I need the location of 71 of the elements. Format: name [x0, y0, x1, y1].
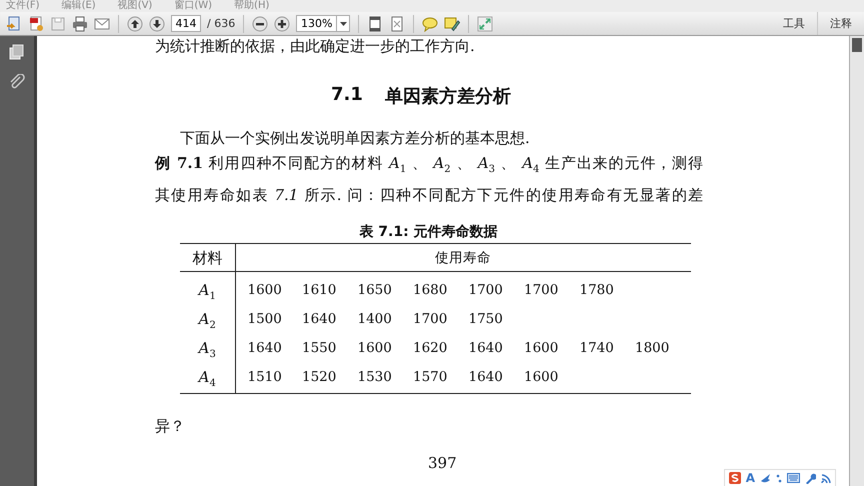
fit-page-icon[interactable]: [367, 16, 384, 32]
table-cell: 1700: [524, 272, 580, 304]
body-text: 下面从一个实例出发说明单因素方差分析的基本思想.: [180, 128, 531, 148]
table-cell-text: 1740: [580, 339, 615, 358]
menu-item[interactable]: 帮助(H): [234, 1, 270, 11]
column-header: 材料: [180, 244, 235, 272]
paperclip-icon[interactable]: [9, 74, 25, 90]
table-cell: 1600: [235, 272, 302, 304]
print-icon[interactable]: [72, 16, 88, 32]
page-number-field[interactable]: 414: [171, 15, 201, 32]
save-icon[interactable]: [50, 16, 66, 32]
table-cell: 1780: [580, 272, 635, 304]
example-text: 例 7.1 利用四种不同配方的材料 A$_{1}$ 、 A$_{2}$ 、 A$_{3}$ 、 A$_{4}$ 生产出来的元件，测得: [155, 153, 703, 177]
body-text: 为统计推断的依据，由此确定进一步的工作方向.: [155, 36, 476, 56]
table-cell: 1520: [302, 362, 358, 394]
table-cell: 1570: [413, 362, 468, 394]
row-label: A$_{1}$: [180, 272, 235, 304]
table-cell: 1500: [235, 304, 302, 334]
panel-tab[interactable]: 注释: [817, 12, 864, 35]
page-count: / 636: [207, 17, 236, 30]
row-label: A$_{3}$: [180, 334, 235, 362]
table-cell: 1510: [235, 362, 302, 394]
scrollbar-thumb[interactable]: [852, 38, 862, 52]
table-cell-text: 1640: [468, 339, 504, 358]
section-heading: 单因素方差分析: [384, 85, 511, 108]
page-number: 397: [428, 454, 457, 472]
comment-icon[interactable]: [422, 16, 438, 32]
table-cell-text: 1400: [358, 310, 393, 329]
table-cell: 1680: [413, 272, 468, 304]
table-cell: 1650: [358, 272, 413, 304]
table-cell-text: 1800: [635, 339, 670, 358]
row-label: A$_{2}$: [180, 304, 235, 334]
table-cell-text: 1600: [358, 339, 393, 358]
table-cell-text: 1750: [468, 310, 504, 329]
panel-tab[interactable]: 工具: [771, 12, 817, 35]
table-cell: 1610: [302, 272, 358, 304]
previous-page-icon[interactable]: [127, 16, 143, 32]
zoom-in-icon[interactable]: [274, 16, 290, 32]
zoom-out-icon[interactable]: [252, 16, 268, 32]
signal-icon[interactable]: [821, 472, 831, 484]
example-text: 其使用寿命如表 7.1 所示. 问：四种不同配方下元件的使用寿命有无显著的差: [155, 185, 703, 205]
pages-icon[interactable]: [9, 44, 25, 60]
table-caption: 表 7.1: 元件寿命数据: [358, 223, 499, 241]
table-cell-text: 1640: [302, 310, 338, 329]
column-header: 使用寿命: [235, 244, 690, 272]
example-text: 异？: [155, 416, 186, 436]
dropdown-caret-icon[interactable]: [340, 22, 347, 26]
highlight-pencil-icon[interactable]: [444, 16, 460, 32]
table-cell: 1530: [358, 362, 413, 394]
menu-item[interactable]: 视图(V): [118, 1, 152, 11]
next-page-icon[interactable]: [149, 16, 165, 32]
table-cell: 1640: [468, 362, 524, 394]
wrench-icon[interactable]: [805, 472, 816, 484]
input-mode[interactable]: A: [746, 472, 755, 484]
table-cell-text: 1620: [413, 339, 448, 358]
logo-icon[interactable]: [728, 472, 741, 484]
table-cell-text: 1550: [302, 339, 338, 358]
dropdown-button[interactable]: [336, 15, 350, 32]
keyboard-icon[interactable]: [787, 473, 800, 483]
email-icon[interactable]: [94, 16, 110, 32]
table-cell: 1640: [235, 334, 302, 362]
expand-icon[interactable]: [477, 16, 494, 32]
table-cell: 1600: [524, 362, 580, 394]
table-cell: 1700: [468, 272, 524, 304]
row-label: A$_{4}$: [180, 362, 235, 394]
section-number: 7.1: [331, 84, 363, 107]
menu-item[interactable]: 编辑(E): [62, 1, 96, 11]
table-cell-text: 1700: [413, 310, 448, 329]
table-cell-text: 1600: [524, 339, 560, 358]
fit-width-icon[interactable]: [389, 16, 406, 32]
zoom-field[interactable]: 130%: [296, 15, 336, 32]
